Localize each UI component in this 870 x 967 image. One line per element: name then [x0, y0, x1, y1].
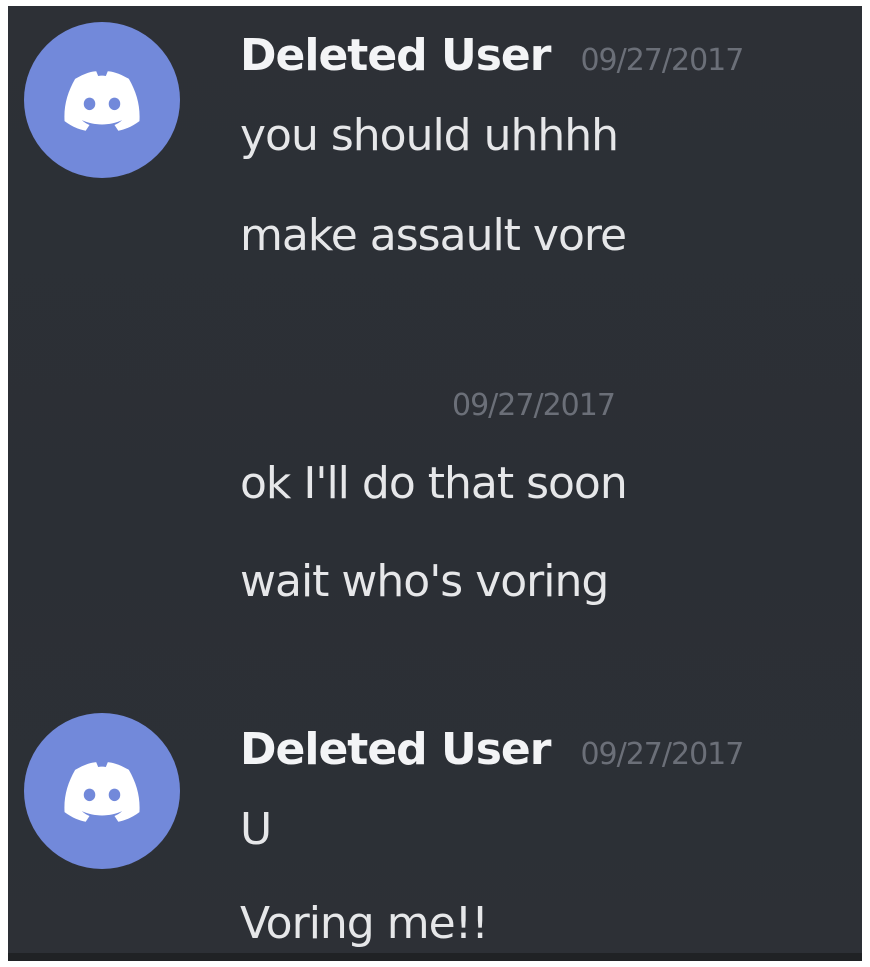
- discord-logo-icon: [64, 762, 140, 822]
- timestamp: 09/27/2017: [452, 388, 616, 423]
- message-text: wait who's voring: [240, 556, 609, 607]
- message-text: ok I'll do that soon: [240, 458, 628, 509]
- message-text: make assault vore: [240, 210, 627, 261]
- username[interactable]: Deleted User: [240, 724, 551, 775]
- timestamp: 09/27/2017: [580, 737, 744, 772]
- message-text: U: [240, 804, 272, 855]
- discord-logo-icon: [64, 71, 140, 131]
- message-text: you should uhhhh: [240, 110, 619, 161]
- screenshot-frame: Deleted User 09/27/2017 you should uhhhh…: [8, 6, 862, 961]
- bottom-divider: [8, 953, 862, 961]
- message-text: Voring me!!: [240, 898, 489, 949]
- message-header: Deleted User 09/27/2017: [240, 30, 744, 81]
- avatar[interactable]: [24, 713, 180, 869]
- avatar[interactable]: [24, 22, 180, 178]
- message-header: Deleted User 09/27/2017: [240, 724, 744, 775]
- timestamp: 09/27/2017: [580, 43, 744, 78]
- chat-panel: Deleted User 09/27/2017 you should uhhhh…: [8, 6, 862, 961]
- username[interactable]: Deleted User: [240, 30, 551, 81]
